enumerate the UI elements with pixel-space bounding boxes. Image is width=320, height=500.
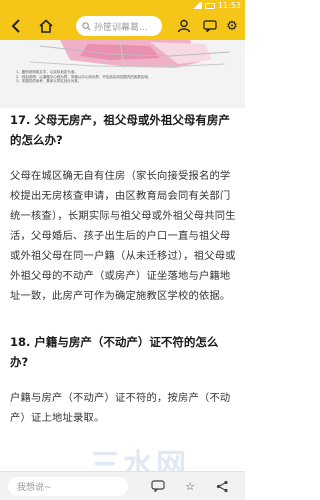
status-time: 11:53 (217, 1, 241, 10)
signal-icon (191, 2, 202, 9)
star-icon[interactable]: ☆ (182, 478, 198, 494)
top-nav-bar: 孙筐训幕葛... ⚙ (0, 12, 245, 40)
article-section-17: 17. 父母无房产，祖父母或外祖父母有房产的怎么办? (10, 110, 236, 150)
comment-icon[interactable] (150, 478, 166, 494)
user-icon[interactable] (174, 16, 194, 36)
bottom-comment-bar: 我想说~ ☆ (0, 471, 245, 500)
status-indicators: 11:53 (191, 1, 241, 10)
question-18-title: 18. 户籍与房产（不动产）证不符的怎么办? (10, 335, 219, 369)
search-input[interactable]: 孙筐训幕葛... (76, 16, 162, 36)
question-17-answer: 父母在城区确无自有住房（家长向接受报名的学校提出无房核查申请，由区教育局会同有关… (10, 170, 236, 302)
gear-icon[interactable]: ⚙ (222, 16, 242, 36)
search-placeholder: 孙筐训幕葛... (94, 22, 148, 33)
message-icon[interactable] (200, 16, 220, 36)
map-note: 3、本图仅供参考，具体以学区划分为准。 (16, 79, 82, 83)
map-notes: 1、图例说明用文字，以实际划定为准。 2、线划说明：以道路中心线为界，河道以中心… (16, 70, 231, 84)
home-icon[interactable] (36, 16, 56, 36)
status-bar: 11:53 (0, 0, 245, 12)
chevron-left-icon[interactable] (6, 16, 26, 36)
search-icon (82, 21, 91, 31)
share-icon[interactable] (214, 478, 230, 494)
article-section-18: 18. 户籍与房产（不动产）证不符的怎么办? (10, 332, 236, 372)
question-17-title: 17. 父母无房产，祖父母或外祖父母有房产的怎么办? (10, 113, 230, 147)
comment-input[interactable]: 我想说~ (8, 477, 128, 496)
question-18-answer: 户籍与房产（不动产）证不符的，按房产（不动产）证上地址录取。 (10, 392, 231, 424)
article-section-18-body: 户籍与房产（不动产）证不符的，按房产（不动产）证上地址录取。 (10, 388, 236, 428)
battery-icon (204, 2, 215, 9)
article-section-17-body: 父母在城区确无自有住房（家长向接受报名的学校提出无房核查申请，由区教育局会同有关… (10, 166, 236, 306)
